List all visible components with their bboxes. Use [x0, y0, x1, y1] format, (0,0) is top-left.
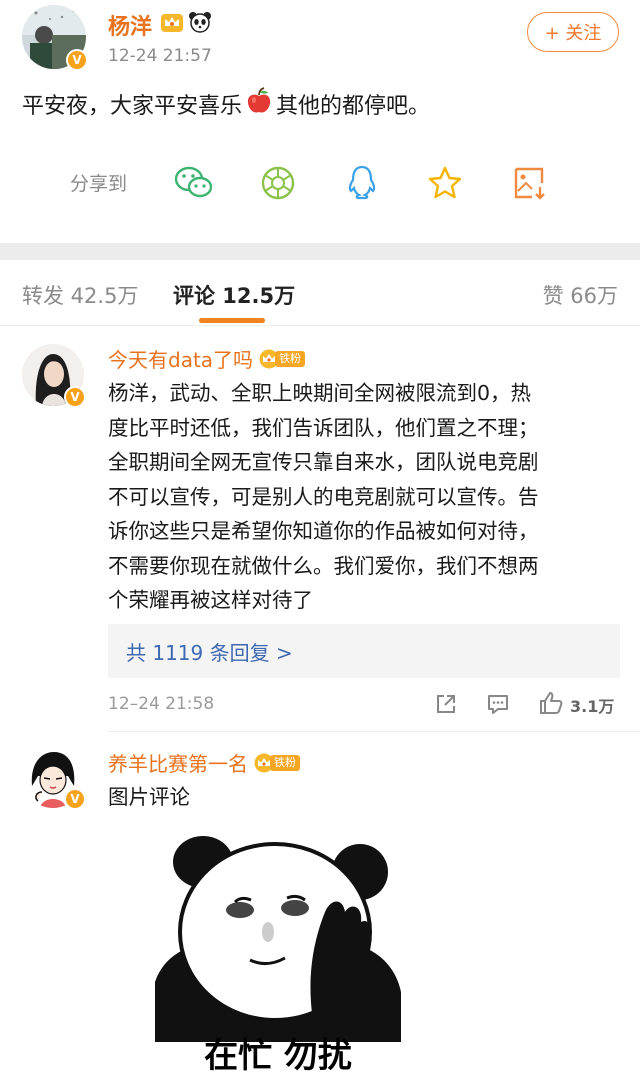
interaction-tabs: 转发 42.5万 评论 12.5万 赞 66万: [0, 260, 640, 326]
post-header: V 杨洋 12-24 21:57 + 关注: [0, 0, 640, 80]
poster-badges: [160, 11, 212, 37]
comment-line: 不可以宣传，可是别人的电竞剧就可以宣传。告: [108, 484, 539, 509]
verified-badge-icon: V: [64, 386, 86, 408]
commenter-name-row: 养羊比赛第一名 铁粉: [108, 748, 300, 777]
comment-text: 杨洋，武动、全职上映期间全网被限流到0，热 度比平时还低，我们告诉团队，他们置之…: [108, 376, 613, 618]
reply-summary-box[interactable]: 共 1119 条回复 >: [108, 624, 620, 678]
view-replies-link[interactable]: 共 1119 条回复 >: [126, 637, 293, 666]
comment-image[interactable]: 在忙 勿扰: [155, 832, 401, 1081]
share-label: 分享到: [70, 173, 128, 195]
tab-like[interactable]: 赞 66万: [543, 280, 618, 310]
commenter-avatar[interactable]: V: [22, 746, 86, 810]
comment-divider: [108, 731, 640, 732]
reply-comment-icon[interactable]: [486, 692, 510, 716]
like-comment-button[interactable]: 3.1万: [538, 690, 614, 720]
commenter-name[interactable]: 养羊比赛第一名: [108, 748, 248, 777]
crown-icon: [160, 11, 184, 37]
comment-item: V 今天有data了吗 铁粉 杨洋，武动、全职上映期间全网被限流到0，热 度比平…: [0, 326, 640, 722]
fan-badge: 铁粉: [254, 753, 300, 773]
tab-comment[interactable]: 评论 12.5万: [173, 280, 295, 310]
panda-meme-icon: [155, 832, 401, 1042]
panda-icon: [188, 11, 212, 37]
comment-line: 个荣耀再被这样对待了: [108, 588, 313, 612]
section-separator: [0, 243, 640, 260]
wechat-icon[interactable]: [174, 163, 214, 203]
fan-badge-label: 铁粉: [275, 350, 306, 367]
comment-line: 不需要你现在就做什么。我们爱你，我们不想两: [108, 553, 539, 578]
fan-badge-label: 铁粉: [270, 754, 300, 771]
thumbs-up-icon: [538, 690, 564, 720]
favorite-icon[interactable]: [425, 163, 465, 203]
comment-time: 12–24 21:58: [108, 694, 215, 714]
commenter-name[interactable]: 今天有data了吗: [108, 344, 253, 373]
commenter-name-row: 今天有data了吗 铁粉: [108, 344, 306, 373]
screenshot-icon[interactable]: [510, 163, 550, 203]
post-text-after: 其他的都停吧。: [276, 94, 431, 119]
moments-icon[interactable]: [258, 163, 298, 203]
comment-line: 度比平时还低，我们告诉团队，他们置之不理；: [108, 415, 539, 440]
fan-badge: 铁粉: [259, 349, 306, 369]
tab-repost[interactable]: 转发 42.5万: [22, 280, 138, 310]
post-text: 平安夜，大家平安喜乐 其他的都停吧。: [22, 87, 430, 121]
commenter-avatar[interactable]: V: [22, 344, 86, 408]
poster-name[interactable]: 杨洋: [108, 9, 152, 41]
share-row: 分享到: [0, 155, 640, 211]
like-count: 3.1万: [570, 697, 615, 716]
comment-line: 图片评论: [108, 785, 190, 809]
verified-badge-icon: V: [64, 788, 86, 810]
meme-caption: 在忙 勿扰: [204, 1036, 352, 1076]
qq-icon[interactable]: [342, 163, 382, 203]
follow-button[interactable]: + 关注: [527, 12, 619, 52]
active-tab-indicator: [199, 318, 265, 323]
post-text-before: 平安夜，大家平安喜乐: [22, 94, 243, 119]
poster-avatar[interactable]: V: [22, 5, 88, 71]
comment-line: 杨洋，武动、全职上映期间全网被限流到0，热: [108, 381, 532, 405]
comment-line: 诉你这些只是希望你知道你的作品被如何对待，: [108, 519, 539, 543]
comment-text: 图片评论: [108, 780, 613, 815]
comment-line: 全职期间全网无宣传只靠自来水，团队说电竞剧: [108, 450, 539, 474]
share-comment-icon[interactable]: [434, 692, 458, 716]
post-time: 12-24 21:57: [108, 46, 212, 66]
apple-icon: [246, 87, 272, 121]
verified-badge-icon: V: [66, 49, 88, 71]
